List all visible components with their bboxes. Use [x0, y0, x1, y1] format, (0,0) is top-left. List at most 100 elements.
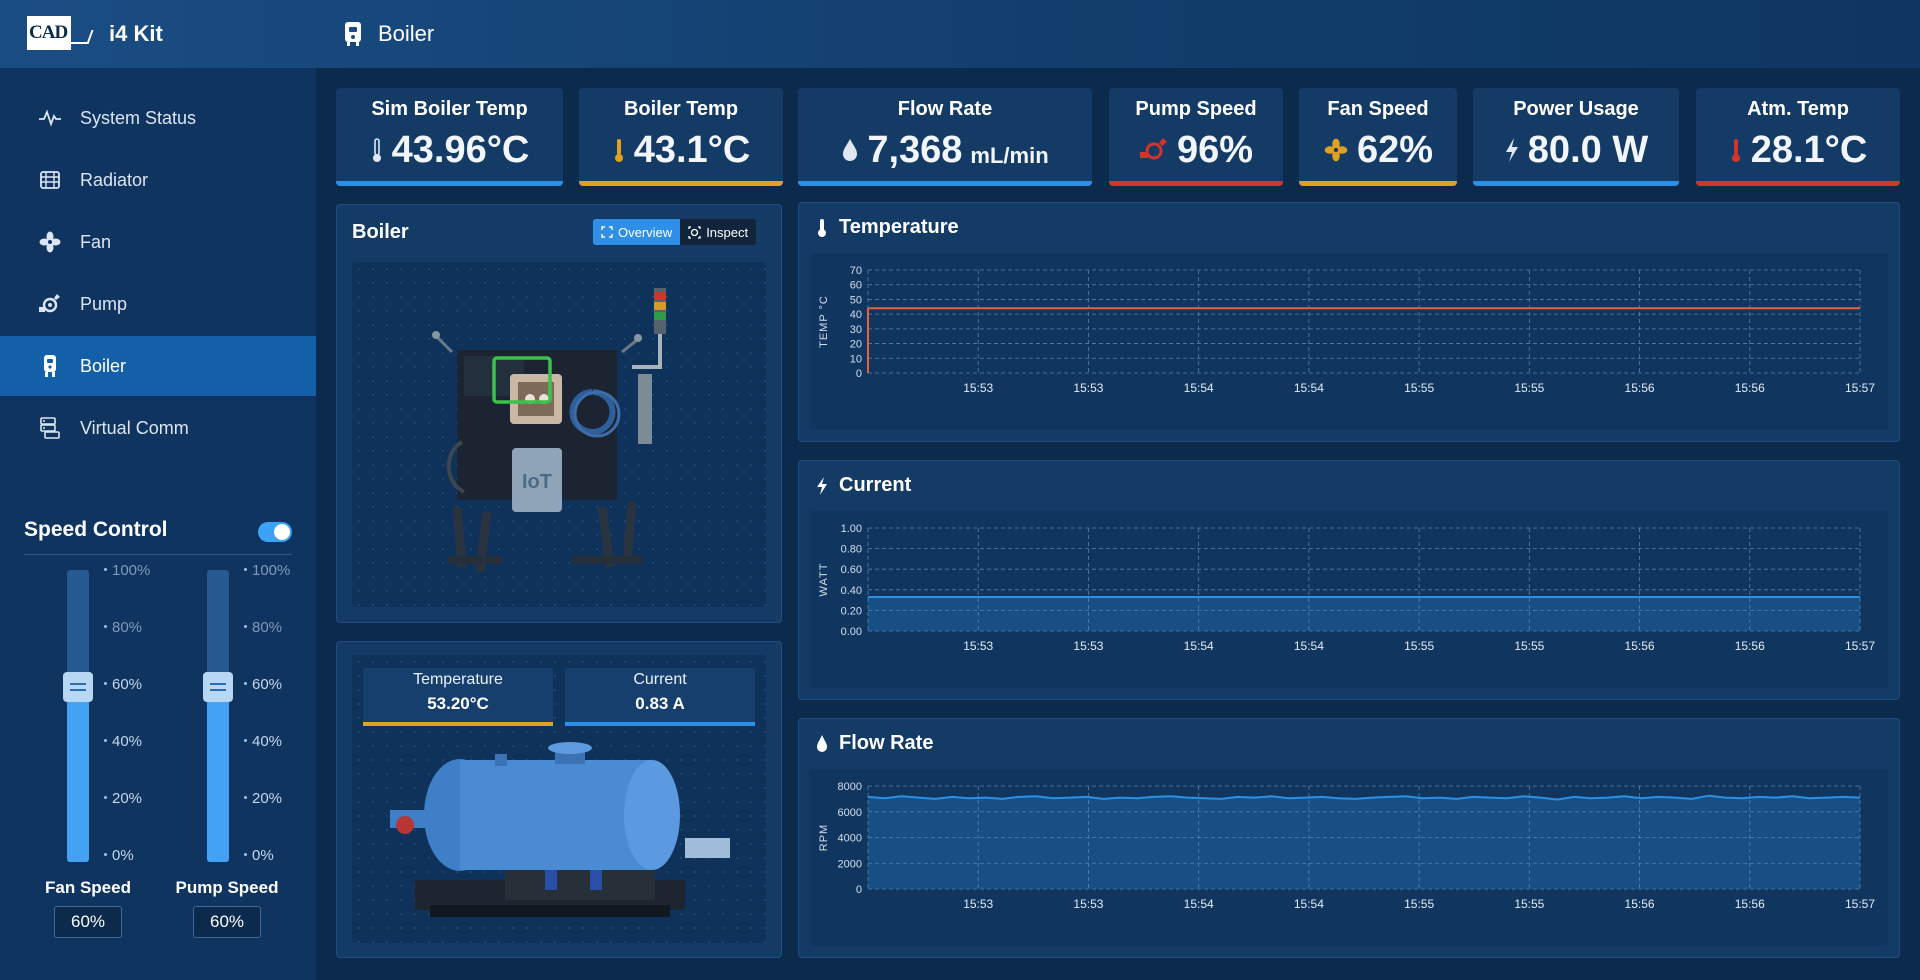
- kpi-value: 80.0 W: [1527, 128, 1649, 171]
- y-tick-label: 0.80: [841, 544, 862, 556]
- speed-control-title: Speed Control: [24, 518, 168, 541]
- y-tick-label: 70: [850, 265, 862, 277]
- flow-rate-chart: 0 2000 4000 6000 8000 15:53 15:53 15:54 15:54 15:…: [818, 781, 1875, 911]
- slider-handle[interactable]: [63, 671, 93, 702]
- kpi-flow-rate: Flow Rate 7,368 mL/min: [798, 88, 1092, 186]
- expand-icon: [601, 226, 613, 238]
- kpi-accent-bar: [798, 181, 1092, 186]
- reading-label: Temperature: [413, 671, 503, 688]
- tick-label: 0%: [244, 847, 274, 864]
- y-axis-label: TEMP °C: [818, 295, 830, 348]
- inspect-icon: [688, 225, 701, 239]
- kpi-sim-boiler-temp: Sim Boiler Temp 43.96°C: [336, 88, 563, 186]
- x-tick-label: 15:56: [1625, 639, 1655, 653]
- sidebar-item-virtual-comm[interactable]: Virtual Comm: [0, 398, 316, 458]
- kpi-title: Flow Rate: [897, 98, 993, 120]
- thermometer-icon: [614, 139, 623, 162]
- thermometer-icon: [372, 138, 381, 162]
- server-icon: [40, 417, 60, 439]
- cad-logo: CAD: [27, 16, 94, 52]
- sidebar-item-label: Fan: [80, 231, 112, 252]
- temperature-chart-title: Temperature: [839, 216, 959, 238]
- sidebar-item-label: Radiator: [80, 169, 149, 190]
- fan-icon: [1324, 138, 1348, 162]
- kpi-value: 43.1°C: [633, 128, 751, 171]
- sidebar-item-label: Pump: [80, 293, 128, 314]
- bolt-icon: [817, 477, 827, 495]
- overview-label: Overview: [618, 224, 673, 240]
- sidebar-item-fan[interactable]: Fan: [0, 212, 316, 272]
- kpi-unit: mL/min: [970, 143, 1049, 168]
- y-tick-label: 60: [850, 280, 862, 292]
- sidebar-item-radiator[interactable]: Radiator: [0, 150, 316, 210]
- tick-label: 20%: [244, 790, 282, 807]
- slider-handle[interactable]: [203, 671, 233, 702]
- boiler-icon: [44, 355, 56, 377]
- boiler-icon: [345, 22, 361, 46]
- y-tick-label: 0: [856, 884, 862, 896]
- fan-speed-slider[interactable]: [63, 570, 93, 862]
- x-tick-label: 15:55: [1514, 381, 1544, 395]
- kit-model-viewer[interactable]: IoT: [352, 262, 766, 607]
- brand[interactable]: CAD i4 Kit: [0, 0, 316, 68]
- x-tick-label: 15:54: [1294, 897, 1324, 911]
- pump-speed-value[interactable]: 60%: [193, 906, 261, 938]
- boiler-3d-image: [390, 742, 730, 917]
- sidebar-item-label: System Status: [80, 107, 197, 128]
- y-tick-label: 30: [850, 324, 862, 336]
- x-tick-label: 15:55: [1404, 381, 1434, 395]
- x-tick-label: 15:55: [1404, 639, 1434, 653]
- x-tick-label: 15:57: [1845, 381, 1875, 395]
- flow-rate-chart-title: Flow Rate: [839, 732, 934, 754]
- bolt-icon: [1505, 138, 1518, 162]
- sidebar-item-system-status[interactable]: System Status: [0, 88, 316, 148]
- y-tick-label: 50: [850, 294, 862, 306]
- kpi-title: Fan Speed: [1327, 98, 1429, 120]
- fan-slider-ticks: 100% 80% 60% 40% 20% 0%: [104, 562, 174, 872]
- tick-label: 80%: [104, 619, 142, 636]
- speed-control-toggle[interactable]: [258, 522, 292, 542]
- x-tick-label: 15:53: [1073, 639, 1103, 653]
- kpi-title: Boiler Temp: [623, 98, 739, 120]
- reading-accent-bar: [565, 722, 755, 726]
- reading-value: 53.20°C: [427, 694, 489, 713]
- kpi-accent-bar: [579, 181, 783, 186]
- kpi-fan-speed: Fan Speed 62%: [1299, 88, 1457, 186]
- series-area: [868, 597, 1860, 631]
- x-tick-label: 15:53: [963, 639, 993, 653]
- droplet-icon: [843, 139, 858, 161]
- kpi-boiler-temp: Boiler Temp 43.1°C: [579, 88, 783, 186]
- x-tick-label: 15:53: [1073, 381, 1103, 395]
- kpi-title: Power Usage: [1513, 98, 1639, 120]
- kpi-accent-bar: [1109, 181, 1283, 186]
- pump-speed-slider[interactable]: [203, 570, 233, 862]
- x-tick-label: 15:56: [1625, 381, 1655, 395]
- tick-label: 80%: [244, 619, 282, 636]
- reading-label: Current: [633, 671, 687, 688]
- x-tick-label: 15:55: [1404, 897, 1434, 911]
- inspect-button[interactable]: Inspect: [680, 219, 757, 245]
- x-tick-label: 15:54: [1184, 897, 1214, 911]
- sidebar-item-boiler[interactable]: Boiler: [0, 336, 316, 396]
- kpi-pump-speed: Pump Speed 96%: [1109, 88, 1283, 186]
- thermometer-icon: [818, 219, 826, 237]
- x-tick-label: 15:57: [1845, 897, 1875, 911]
- sidebar-item-pump[interactable]: Pump: [0, 274, 316, 334]
- x-tick-label: 15:54: [1294, 381, 1324, 395]
- kpi-accent-bar: [1473, 181, 1679, 186]
- y-tick-label: 8000: [838, 781, 862, 793]
- kpi-title: Sim Boiler Temp: [371, 98, 528, 120]
- thermometer-icon: [1731, 139, 1740, 162]
- x-tick-label: 15:53: [1073, 897, 1103, 911]
- y-axis-label: RPM: [818, 824, 830, 851]
- overview-button[interactable]: Overview: [593, 219, 681, 245]
- fan-speed-value[interactable]: 60%: [54, 906, 122, 938]
- x-tick-label: 15:53: [963, 381, 993, 395]
- x-tick-label: 15:56: [1735, 381, 1765, 395]
- reading-value: 0.83 A: [635, 694, 685, 713]
- tick-label: 40%: [104, 733, 142, 750]
- x-tick-label: 15:56: [1625, 897, 1655, 911]
- y-axis-label: WATT: [818, 563, 830, 597]
- reading-accent-bar: [363, 722, 553, 726]
- y-tick-label: 4000: [838, 833, 862, 845]
